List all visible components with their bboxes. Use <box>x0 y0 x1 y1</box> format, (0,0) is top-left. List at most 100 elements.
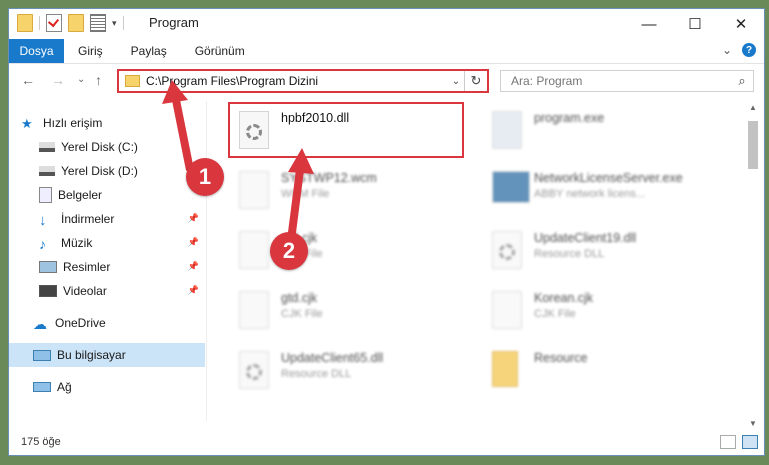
file-item-systwp12[interactable]: SYSTWP12.wcm WCM File <box>239 171 377 223</box>
folder-icon <box>492 351 526 391</box>
drive-icon <box>39 142 55 152</box>
up-button[interactable]: ↑ <box>95 72 102 88</box>
search-icon[interactable]: ⌕ <box>731 73 753 89</box>
file-name: UpdateClient19.dll <box>534 231 637 245</box>
address-path[interactable]: C:\Program Files\Program Dizini <box>146 74 448 88</box>
pictures-icon <box>39 261 57 273</box>
help-icon[interactable]: ? <box>742 43 756 57</box>
view-options-icon[interactable] <box>90 14 106 32</box>
sidebar-item-label: Hızlı erişim <box>43 116 103 130</box>
sidebar-item-label: Belgeler <box>58 188 103 202</box>
file-item-program-exe[interactable]: program.exe <box>492 111 604 163</box>
explorer-window: ▾ Program — ☐ ✕ Dosya Giriş Paylaş Görün… <box>8 8 765 456</box>
file-type: Resource DLL <box>281 368 352 380</box>
sidebar-item-quick-access[interactable]: ★ Hızlı erişim <box>21 111 217 135</box>
highlight-box-dll-file <box>228 102 464 158</box>
refresh-button[interactable]: ↻ <box>464 71 487 91</box>
tab-share[interactable]: Paylaş <box>117 44 181 58</box>
address-dropdown-button[interactable]: ⌄ <box>448 76 464 87</box>
large-icons-view-icon[interactable] <box>742 435 758 449</box>
tab-file[interactable]: Dosya <box>9 39 64 63</box>
folder-icon[interactable] <box>17 14 33 32</box>
file-icon <box>239 291 273 331</box>
sidebar-item-this-pc[interactable]: Bu bilgisayar <box>9 343 205 367</box>
recent-locations-button[interactable]: ⌄ <box>77 74 85 85</box>
title-bar: ▾ Program — ☐ ✕ <box>9 9 764 39</box>
music-icon: ♪ <box>39 236 46 252</box>
network-icon <box>33 382 51 392</box>
address-bar[interactable]: C:\Program Files\Program Dizini ⌄ ↻ <box>117 69 489 93</box>
pin-icon[interactable]: 📌 <box>188 213 199 224</box>
exe-file-icon <box>492 171 530 211</box>
file-name: NetworkLicenseServer.exe <box>534 171 683 185</box>
folder-icon <box>125 75 140 87</box>
customize-toolbar-icon[interactable]: ▾ <box>112 18 117 29</box>
window-title: Program <box>149 15 199 30</box>
pin-icon[interactable]: 📌 <box>188 261 199 272</box>
sidebar-item-disk-d[interactable]: Yerel Disk (D:) <box>39 159 205 183</box>
drive-icon <box>39 166 55 176</box>
search-box[interactable]: ⌕ <box>500 70 754 92</box>
sidebar-item-downloads[interactable]: ↓ İndirmeler 📌 <box>39 207 205 231</box>
file-icon <box>492 291 526 331</box>
ribbon-tabs: Dosya Giriş Paylaş Görünüm ⌄ ? <box>9 39 764 64</box>
pin-icon[interactable]: 📌 <box>188 237 199 248</box>
video-icon <box>39 285 57 297</box>
file-icon <box>239 171 273 211</box>
sidebar-item-label: Yerel Disk (C:) <box>61 140 138 154</box>
properties-check-icon[interactable] <box>46 14 62 32</box>
sidebar-item-pictures[interactable]: Resimler 📌 <box>39 255 205 279</box>
file-name: program.exe <box>534 111 605 125</box>
star-icon: ★ <box>21 116 33 131</box>
scrollbar-thumb[interactable] <box>748 121 758 169</box>
quick-access-toolbar: ▾ <box>17 14 124 32</box>
toolbar-separator <box>122 16 124 30</box>
search-input[interactable] <box>509 73 731 89</box>
file-type: CJK File <box>534 308 576 320</box>
sidebar-item-label: Resimler <box>63 260 111 274</box>
close-button[interactable]: ✕ <box>718 9 764 39</box>
maximize-button[interactable]: ☐ <box>672 9 718 39</box>
sidebar-item-label: İndirmeler <box>61 212 115 226</box>
computer-icon <box>33 349 51 361</box>
dll-file-icon <box>239 351 273 391</box>
navigation-bar: ← → ⌄ ↑ C:\Program Files\Program Dizini … <box>9 64 764 98</box>
file-type: CJK File <box>281 308 323 320</box>
step-1-badge: 1 <box>186 158 224 196</box>
step-2-badge: 2 <box>270 232 308 270</box>
file-item-gtd-cjk-2[interactable]: gtd.cjk CJK File <box>239 291 323 343</box>
new-folder-icon[interactable] <box>68 14 84 32</box>
file-item-korean-cjk[interactable]: Korean.cjk CJK File <box>492 291 593 343</box>
folder-item-resource[interactable]: Resource <box>492 351 588 403</box>
sidebar-item-disk-c[interactable]: Yerel Disk (C:) <box>39 135 205 159</box>
scroll-down-arrow-icon[interactable]: ▼ <box>745 419 761 428</box>
vertical-scrollbar[interactable]: ▲ ▼ <box>745 101 761 431</box>
sidebar-item-videos[interactable]: Videolar 📌 <box>39 279 205 303</box>
file-type: WCM File <box>281 188 330 200</box>
sidebar-item-network[interactable]: Ağ <box>33 375 205 399</box>
scroll-up-arrow-icon[interactable]: ▲ <box>745 103 761 112</box>
expand-ribbon-icon[interactable]: ⌄ <box>722 43 732 57</box>
sidebar-item-label: Ağ <box>57 380 72 394</box>
file-name: UpdateClient65.dll <box>281 351 384 365</box>
file-item-network-license-server[interactable]: NetworkLicenseServer.exe ABBY network lic… <box>492 171 683 223</box>
details-view-icon[interactable] <box>720 435 736 449</box>
tab-home[interactable]: Giriş <box>64 44 117 58</box>
minimize-button[interactable]: — <box>626 9 672 39</box>
sidebar-item-documents[interactable]: Belgeler <box>39 183 205 207</box>
pin-icon[interactable]: 📌 <box>188 285 199 296</box>
sidebar-item-music[interactable]: ♪ Müzik 📌 <box>39 231 205 255</box>
sidebar-item-label: Videolar <box>63 284 107 298</box>
sidebar-item-label: Bu bilgisayar <box>57 348 126 362</box>
dll-file-icon <box>492 231 526 271</box>
file-item-updateclient65[interactable]: UpdateClient65.dll Resource DLL <box>239 351 383 403</box>
file-name: SYSTWP12.wcm <box>281 171 377 185</box>
file-name: Resource <box>534 351 588 365</box>
file-item-updateclient19[interactable]: UpdateClient19.dll Resource DLL <box>492 231 636 283</box>
back-button[interactable]: ← <box>21 72 35 88</box>
tab-view[interactable]: Görünüm <box>181 44 259 58</box>
status-bar: 175 öğe <box>9 429 764 455</box>
forward-button[interactable]: → <box>51 72 65 88</box>
sidebar-item-onedrive[interactable]: ☁ OneDrive <box>33 311 205 335</box>
cloud-icon: ☁ <box>33 316 47 332</box>
